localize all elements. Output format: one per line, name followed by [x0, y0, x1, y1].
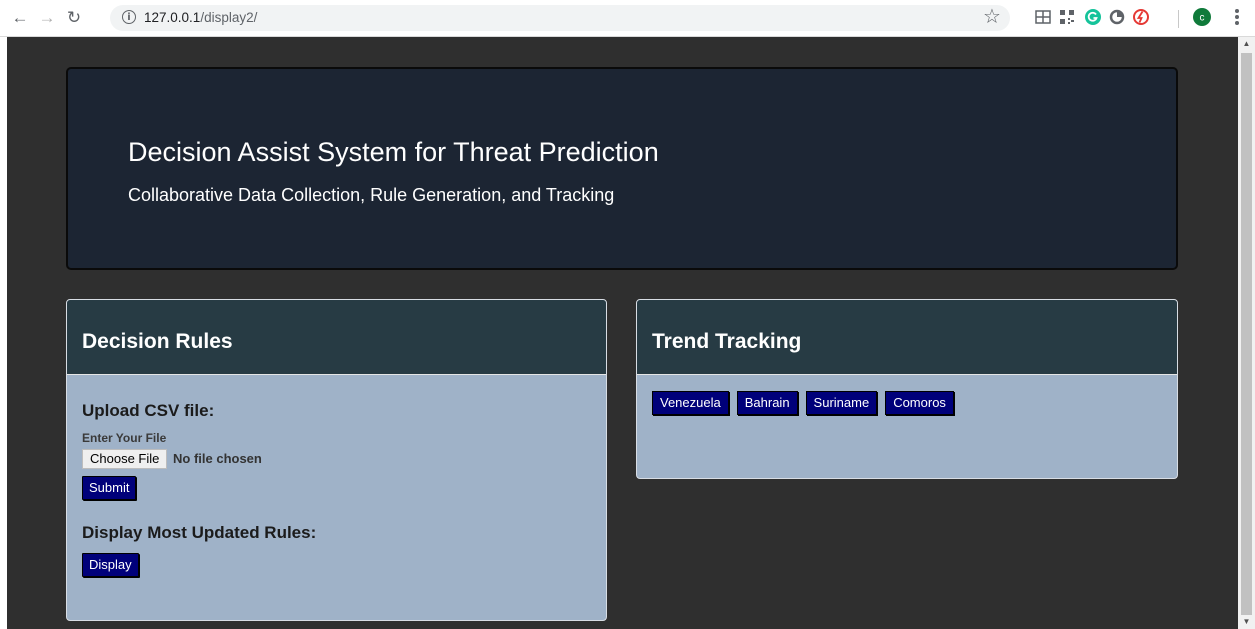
country-button-venezuela[interactable]: Venezuela	[652, 391, 729, 415]
back-arrow-icon[interactable]: ←	[10, 8, 30, 28]
trend-tracking-header: Trend Tracking	[637, 300, 1177, 375]
country-button-row: Venezuela Bahrain Suriname Comoros	[652, 391, 962, 415]
display-button[interactable]: Display	[82, 553, 139, 577]
scroll-down-arrow-icon[interactable]: ▼	[1238, 615, 1255, 629]
qr-code-icon[interactable]	[1058, 8, 1076, 26]
circle-extension-icon[interactable]	[1108, 8, 1126, 26]
page-scrollbar[interactable]: ▲ ▼	[1238, 37, 1255, 629]
tab-layout-icon[interactable]	[1034, 8, 1052, 26]
submit-button[interactable]: Submit	[82, 476, 137, 500]
display-rules-heading: Display Most Updated Rules:	[82, 523, 317, 542]
country-button-suriname[interactable]: Suriname	[805, 391, 878, 415]
url-text[interactable]: 127.0.0.1/display2/	[144, 10, 257, 25]
profile-initial: c	[1200, 13, 1205, 24]
blocker-icon[interactable]	[1132, 8, 1150, 26]
trend-tracking-panel: Trend Tracking Venezuela Bahrain Suriname C…	[636, 299, 1178, 479]
scroll-up-arrow-icon[interactable]: ▲	[1238, 37, 1255, 51]
grammarly-icon[interactable]	[1084, 8, 1102, 26]
address-bar[interactable]: i 127.0.0.1/display2/	[110, 5, 1010, 31]
decision-rules-panel: Decision Rules Upload CSV file: Enter Yo…	[66, 299, 607, 621]
url-path: /display2/	[200, 10, 258, 25]
browser-toolbar: ← → ↻ i 127.0.0.1/display2/ ☆ c	[0, 0, 1255, 37]
upload-csv-heading: Upload CSV file:	[82, 401, 215, 420]
reload-icon[interactable]: ↻	[64, 8, 84, 28]
menu-dots-icon[interactable]	[1234, 8, 1240, 28]
no-file-status: No file chosen	[173, 451, 262, 466]
decision-rules-header: Decision Rules	[67, 300, 606, 375]
trend-tracking-title: Trend Tracking	[652, 330, 802, 353]
profile-avatar-icon[interactable]: c	[1193, 8, 1211, 26]
country-button-comoros[interactable]: Comoros	[885, 391, 954, 415]
enter-file-label: Enter Your File	[82, 431, 167, 445]
country-button-bahrain[interactable]: Bahrain	[736, 391, 798, 415]
hero-banner: Decision Assist System for Threat Predic…	[66, 67, 1178, 270]
left-edge	[0, 37, 7, 629]
scroll-thumb[interactable]	[1241, 53, 1252, 615]
page-title: Decision Assist System for Threat Predic…	[128, 137, 659, 167]
forward-arrow-icon[interactable]: →	[37, 8, 57, 28]
page-subtitle: Collaborative Data Collection, Rule Gene…	[128, 185, 615, 205]
choose-file-button[interactable]: Choose File	[82, 449, 168, 469]
decision-rules-title: Decision Rules	[82, 330, 233, 353]
bookmark-star-icon[interactable]: ☆	[983, 6, 1001, 26]
toolbar-separator	[1178, 10, 1179, 28]
url-host: 127.0.0.1	[144, 10, 201, 25]
info-icon[interactable]: i	[122, 10, 136, 24]
